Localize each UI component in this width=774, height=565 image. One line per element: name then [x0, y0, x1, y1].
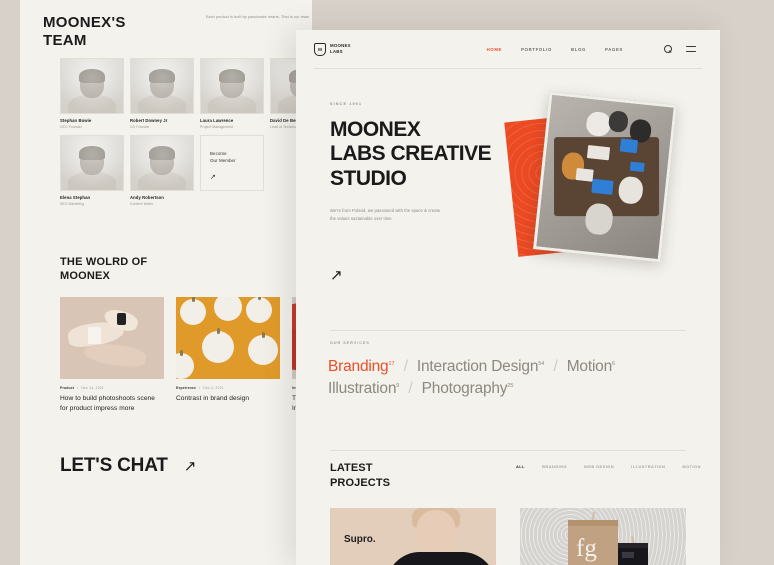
avatar: [130, 58, 194, 114]
arrow-up-right-icon: ↗: [210, 173, 216, 181]
hero-eyebrow: SINCE 1991: [330, 102, 363, 106]
blog-date: Dec 2, 2021: [203, 386, 224, 390]
blog-card[interactable]: Experience / Dec 2, 2021 Contrast in brand…: [176, 297, 280, 413]
search-icon[interactable]: [664, 45, 672, 53]
blog-thumbnail: [60, 297, 164, 379]
team-member-card[interactable]: Robert Downey Jr CO Founder: [130, 58, 194, 129]
team-member-card[interactable]: Stephan Bowie CEO Founder: [60, 58, 124, 129]
filter-motion[interactable]: MOTION: [682, 464, 701, 469]
nav-item-home[interactable]: HOME: [487, 47, 503, 52]
project-card[interactable]: fg a: [520, 508, 686, 565]
team-grid: Stephan Bowie CEO Founder Robert Downey …: [60, 58, 312, 206]
member-role: Content Writer: [130, 202, 154, 206]
team-page-mockup: MOONEX'S TEAM Each product is built by p…: [20, 0, 312, 565]
blog-title: Contrast in brand design: [176, 395, 250, 402]
section-title-world: THE WOLRD OF MOONEX: [60, 256, 148, 283]
blog-list: Product / Dec 14, 2021 How to build photos…: [60, 297, 312, 413]
logo[interactable]: M MOONEX LABS: [314, 42, 351, 56]
hero-image-collage: [503, 90, 703, 290]
lets-chat-button[interactable]: LET'S CHAT ↗: [60, 455, 196, 477]
member-name: Stephan Bowie: [60, 118, 92, 123]
nav-item-portfolio[interactable]: PORTFOLIO: [521, 47, 552, 52]
member-role: Project Management: [200, 125, 234, 129]
avatar: [200, 58, 264, 114]
blog-card[interactable]: Product / Dec 14, 2021 How to build photos…: [60, 297, 164, 413]
homepage-mockup: M MOONEX LABS HOME PORTFOLIO BLOG PAGES …: [296, 30, 720, 565]
member-name: Laura Lawrence: [200, 118, 234, 123]
page-title: MOONEX'S TEAM: [43, 14, 126, 50]
hero-arrow-icon[interactable]: ↗: [330, 268, 343, 283]
nav-divider: [314, 68, 702, 69]
team-member-card[interactable]: Elena Stephan SEO Marketing: [60, 135, 124, 206]
screenshot-stage: MOONEX'S TEAM Each product is built by p…: [0, 0, 774, 565]
navbar: M MOONEX LABS HOME PORTFOLIO BLOG PAGES: [296, 30, 720, 68]
avatar: [60, 135, 124, 191]
blog-category: Product: [60, 386, 75, 390]
nav-menu: HOME PORTFOLIO BLOG PAGES: [487, 45, 696, 53]
become-member-label: Become Our Member: [210, 151, 236, 164]
service-interaction-design[interactable]: Interaction Design54: [417, 358, 544, 375]
member-name: Elena Stephan: [60, 195, 91, 200]
filter-web-design[interactable]: WEB DESIGN: [584, 464, 614, 469]
latest-divider: [330, 450, 686, 451]
hero-section: SINCE 1991 MOONEX LABS CREATIVE STUDIO W…: [330, 102, 510, 222]
team-member-card[interactable]: Laura Lawrence Project Management: [200, 58, 264, 129]
become-member-card[interactable]: Become Our Member ↗: [200, 135, 264, 206]
nav-item-blog[interactable]: BLOG: [571, 47, 586, 52]
service-separator: /: [403, 358, 408, 375]
blog-thumbnail: [176, 297, 280, 379]
project-caption: Supro.: [344, 534, 376, 545]
filter-branding[interactable]: BRANDING: [542, 464, 567, 469]
blog-date: Dec 14, 2021: [81, 386, 104, 390]
blog-meta: Experience / Dec 2, 2021: [176, 386, 224, 390]
services-label: OUR SERVICES: [330, 341, 370, 345]
service-separator: /: [408, 380, 413, 398]
team-meeting-photo: [533, 91, 677, 263]
project-caption: fg: [576, 535, 597, 562]
filter-all[interactable]: ALL: [516, 464, 525, 469]
team-tagline: Each product is built by passionate hear…: [206, 15, 310, 19]
hero-paragraph: We're from Poland, we passioned with the…: [330, 208, 441, 221]
service-motion[interactable]: Motion6: [567, 358, 615, 375]
member-role: SEO Marketing: [60, 202, 85, 206]
project-grid: SUPRO REVER Supro. fg a: [330, 508, 686, 565]
project-card[interactable]: SUPRO REVER Supro.: [330, 508, 496, 565]
services-list: Branding17 / Interaction Design54 / Moti…: [328, 356, 696, 401]
service-separator: /: [553, 358, 558, 375]
service-photography[interactable]: Photography25: [422, 380, 514, 397]
member-name: Robert Downey Jr: [130, 118, 168, 123]
service-illustration[interactable]: Illustration9: [328, 380, 399, 397]
project-filters: ALL BRANDING WEB DESIGN ILLUSTRATION MOT…: [516, 464, 701, 469]
member-role: CO Founder: [130, 125, 150, 129]
filter-illustration[interactable]: ILLUSTRATION: [631, 464, 665, 469]
menu-icon[interactable]: [686, 46, 696, 52]
shield-icon: M: [314, 42, 326, 56]
nav-item-pages[interactable]: PAGES: [605, 47, 623, 52]
service-branding[interactable]: Branding17: [328, 358, 395, 375]
avatar: [60, 58, 124, 114]
avatar: [130, 135, 194, 191]
team-member-card[interactable]: Andy Robertson Content Writer: [130, 135, 194, 206]
arrow-up-right-icon: ↗: [183, 458, 197, 475]
member-name: Andy Robertson: [130, 195, 164, 200]
member-role: CEO Founder: [60, 125, 83, 129]
blog-title: How to build photoshoots scene for produ…: [60, 395, 155, 412]
services-divider: [330, 330, 686, 331]
blog-category: Experience: [176, 386, 197, 390]
project-caption-secondary: a: [624, 558, 634, 565]
lets-chat-label: LET'S CHAT: [60, 455, 168, 476]
latest-projects-title: LATEST PROJECTS: [330, 462, 391, 489]
logo-text: MOONEX LABS: [330, 43, 351, 54]
hero-heading: MOONEX LABS CREATIVE STUDIO: [330, 118, 492, 190]
blog-meta: Product / Dec 14, 2021: [60, 386, 104, 390]
